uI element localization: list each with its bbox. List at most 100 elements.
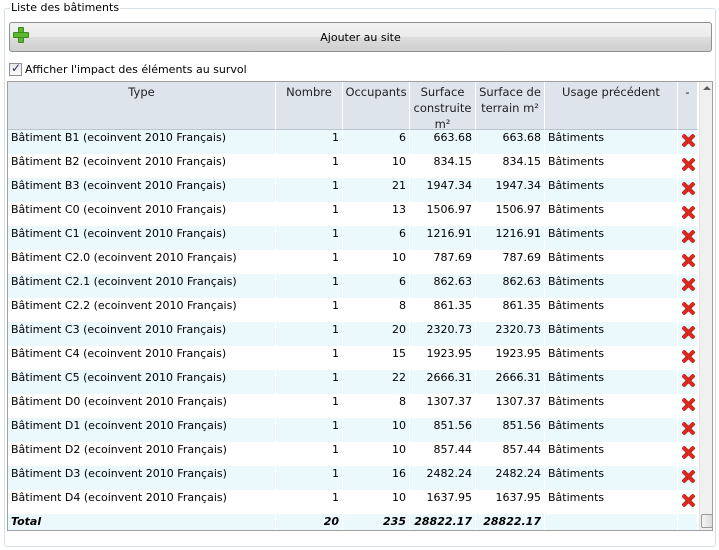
table-header: Type Nombre Occupants Surface construite… [8, 82, 698, 131]
cell-nombre: 1 [276, 298, 343, 322]
delete-row-button[interactable] [678, 418, 698, 442]
column-header-occupants[interactable]: Occupants [343, 82, 410, 130]
table-row[interactable]: Bâtiment D4 (ecoinvent 2010 Français) 1 10… [8, 490, 698, 514]
total-delete [678, 514, 698, 530]
add-to-site-button[interactable]: Ajouter au site [9, 22, 712, 52]
vertical-scrollbar[interactable] [699, 82, 712, 530]
delete-x-icon[interactable] [682, 350, 695, 363]
cell-surface-terrain: 1216.91 [476, 226, 545, 250]
cell-occupants: 16 [343, 466, 410, 490]
hover-impact-checkbox[interactable]: ✓ [9, 60, 22, 76]
delete-x-icon[interactable] [682, 182, 695, 195]
table-row[interactable]: Bâtiment B1 (ecoinvent 2010 Français) 1 6 6… [8, 130, 698, 154]
delete-x-icon[interactable] [682, 158, 695, 171]
cell-usage: Bâtiments [545, 490, 678, 514]
cell-surface-terrain: 857.44 [476, 442, 545, 466]
table-row[interactable]: Bâtiment B2 (ecoinvent 2010 Français) 1 10… [8, 154, 698, 178]
cell-surface-construite: 1216.91 [410, 226, 476, 250]
cell-nombre: 1 [276, 370, 343, 394]
table-row[interactable]: Bâtiment D3 (ecoinvent 2010 Français) 1 16… [8, 466, 698, 490]
cell-type: Bâtiment C4 (ecoinvent 2010 Français) [8, 346, 276, 370]
table-row[interactable]: Bâtiment C2.1 (ecoinvent 2010 Français) 1… [8, 274, 698, 298]
table-row[interactable]: Bâtiment B3 (ecoinvent 2010 Français) 1 21… [8, 178, 698, 202]
delete-x-icon[interactable] [682, 134, 695, 147]
cell-type: Bâtiment D3 (ecoinvent 2010 Français) [8, 466, 276, 490]
table-row[interactable]: Bâtiment D0 (ecoinvent 2010 Français) 1 8 1… [8, 394, 698, 418]
cell-usage: Bâtiments [545, 226, 678, 250]
delete-row-button[interactable] [678, 250, 698, 274]
scroll-up-arrow-icon[interactable] [701, 83, 712, 95]
total-surface-terrain: 28822.17 [476, 514, 545, 530]
delete-row-button[interactable] [678, 154, 698, 178]
table-row[interactable]: Bâtiment C1 (ecoinvent 2010 Français) 1 6 1… [8, 226, 698, 250]
cell-type: Bâtiment B1 (ecoinvent 2010 Français) [8, 130, 276, 154]
cell-surface-construite: 2666.31 [410, 370, 476, 394]
delete-x-icon[interactable] [682, 230, 695, 243]
table-row[interactable]: Bâtiment C0 (ecoinvent 2010 Français) 1 13… [8, 202, 698, 226]
cell-surface-terrain: 1637.95 [476, 490, 545, 514]
delete-row-button[interactable] [678, 466, 698, 490]
table-row[interactable]: Bâtiment C5 (ecoinvent 2010 Français) 1 22… [8, 370, 698, 394]
cell-occupants: 20 [343, 322, 410, 346]
delete-row-button[interactable] [678, 226, 698, 250]
column-header-nombre[interactable]: Nombre [276, 82, 343, 130]
table-row[interactable]: Bâtiment D2 (ecoinvent 2010 Français) 1 10… [8, 442, 698, 466]
scrollbar-thumb[interactable] [701, 514, 712, 528]
cell-surface-construite: 834.15 [410, 154, 476, 178]
cell-surface-terrain: 2482.24 [476, 466, 545, 490]
table-row[interactable]: Bâtiment C3 (ecoinvent 2010 Français) 1 20… [8, 322, 698, 346]
column-header-type[interactable]: Type [8, 82, 276, 130]
delete-x-icon[interactable] [682, 278, 695, 291]
cell-nombre: 1 [276, 394, 343, 418]
delete-x-icon[interactable] [682, 206, 695, 219]
cell-type: Bâtiment C1 (ecoinvent 2010 Français) [8, 226, 276, 250]
delete-x-icon[interactable] [682, 470, 695, 483]
delete-row-button[interactable] [678, 322, 698, 346]
table-row[interactable]: Bâtiment C4 (ecoinvent 2010 Français) 1 15… [8, 346, 698, 370]
delete-x-icon[interactable] [682, 254, 695, 267]
table-row[interactable]: Bâtiment C2.0 (ecoinvent 2010 Français) 1… [8, 250, 698, 274]
column-header-surface-terrain[interactable]: Surface de terrain m² [476, 82, 545, 130]
column-header-delete[interactable]: - [678, 82, 698, 130]
cell-surface-construite: 1923.95 [410, 346, 476, 370]
cell-nombre: 1 [276, 466, 343, 490]
cell-nombre: 1 [276, 322, 343, 346]
table-row[interactable]: Bâtiment C2.2 (ecoinvent 2010 Français) 1… [8, 298, 698, 322]
delete-row-button[interactable] [678, 298, 698, 322]
delete-row-button[interactable] [678, 394, 698, 418]
delete-row-button[interactable] [678, 370, 698, 394]
delete-row-button[interactable] [678, 130, 698, 154]
add-to-site-label: Ajouter au site [320, 30, 401, 44]
column-header-usage[interactable]: Usage précédent [545, 82, 678, 130]
delete-x-icon[interactable] [682, 326, 695, 339]
cell-usage: Bâtiments [545, 250, 678, 274]
total-row: Total 20 235 28822.17 28822.17 [8, 514, 698, 530]
delete-row-button[interactable] [678, 490, 698, 514]
delete-row-button[interactable] [678, 202, 698, 226]
cell-usage: Bâtiments [545, 154, 678, 178]
delete-x-icon[interactable] [682, 494, 695, 507]
delete-x-icon[interactable] [682, 302, 695, 315]
cell-surface-construite: 1637.95 [410, 490, 476, 514]
cell-surface-terrain: 851.56 [476, 418, 545, 442]
cell-occupants: 6 [343, 274, 410, 298]
cell-type: Bâtiment C2.1 (ecoinvent 2010 Français) [8, 274, 276, 298]
hover-impact-label[interactable]: Afficher l'impact des éléments au survol [25, 63, 247, 76]
cell-occupants: 15 [343, 346, 410, 370]
delete-row-button[interactable] [678, 442, 698, 466]
delete-x-icon[interactable] [682, 422, 695, 435]
cell-nombre: 1 [276, 274, 343, 298]
table-row[interactable]: Bâtiment D1 (ecoinvent 2010 Français) 1 10… [8, 418, 698, 442]
delete-row-button[interactable] [678, 346, 698, 370]
total-label: Total [8, 514, 276, 530]
delete-row-button[interactable] [678, 274, 698, 298]
delete-row-button[interactable] [678, 178, 698, 202]
delete-x-icon[interactable] [682, 398, 695, 411]
delete-x-icon[interactable] [682, 446, 695, 459]
cell-surface-terrain: 861.35 [476, 298, 545, 322]
group-title: Liste des bâtiments [10, 1, 121, 14]
column-header-surface-construite[interactable]: Surface construite m² [410, 82, 476, 131]
cell-type: Bâtiment D4 (ecoinvent 2010 Français) [8, 490, 276, 514]
checkmark-icon: ✓ [11, 60, 22, 75]
delete-x-icon[interactable] [682, 374, 695, 387]
